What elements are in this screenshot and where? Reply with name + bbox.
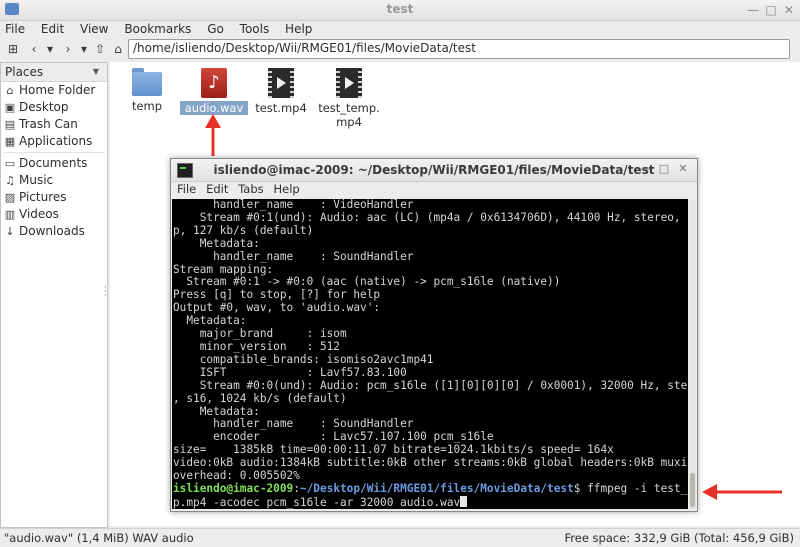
terminal-scrollbar[interactable] — [689, 199, 696, 509]
terminal-menu-edit[interactable]: Edit — [206, 181, 228, 198]
terminal-line: Stream #0:1(und): Audio: aac (LC) (mp4a … — [173, 210, 688, 224]
trash-icon: ▤ — [4, 118, 16, 131]
menubar: File Edit View Bookmarks Go Tools Help — [0, 20, 800, 38]
pictures-icon: ▨ — [4, 191, 16, 204]
terminal-line: handler_name : VideoHandler — [173, 199, 414, 211]
file-item-temp[interactable]: temp — [122, 68, 172, 113]
selection-info: "audio.wav" (1,4 MiB) WAV audio — [4, 531, 194, 545]
sidebar-resize-handle[interactable]: · · · — [104, 284, 107, 301]
terminal-line: handler_name : SoundHandler — [173, 249, 414, 263]
sidebar-item-home[interactable]: ⌂ Home Folder — [1, 82, 107, 99]
chevron-down-icon: ▼ — [92, 67, 99, 76]
terminal-menu-help[interactable]: Help — [273, 181, 299, 198]
terminal-window[interactable]: isliendo@imac-2009: ~/Desktop/Wii/RMGE01… — [170, 158, 698, 512]
prompt-separator: : — [293, 481, 300, 495]
terminal-line: Stream #0:0(und): Audio: pcm_s16le ([1][… — [173, 378, 688, 392]
sidebar-item-trash[interactable]: ▤ Trash Can — [1, 116, 107, 133]
folder-icon — [132, 68, 162, 96]
menu-go[interactable]: Go — [207, 20, 224, 38]
menu-view[interactable]: View — [80, 20, 108, 38]
audio-file-icon: ♪ — [201, 68, 227, 98]
terminal-line: ISFT : Lavf57.83.100 — [173, 365, 407, 379]
new-tab-icon[interactable]: ⊞ — [3, 40, 23, 58]
applications-icon: ▦ — [4, 135, 16, 148]
command-text: p.mp4 -acodec pcm_s16le -ar 32000 audio.… — [173, 495, 461, 509]
file-name: test.mp4 — [255, 101, 307, 115]
prompt-symbol: $ — [573, 481, 588, 495]
sidebar: Places ▼ ⌂ Home Folder ▣ Desktop ▤ Trash Ca… — [0, 62, 108, 528]
sidebar-item-applications[interactable]: ▦ Applications — [1, 133, 107, 150]
annotation-arrow-up — [205, 114, 221, 156]
window-title: test — [386, 2, 414, 16]
window-titlebar: test — □ ✕ — [0, 0, 800, 21]
prompt-path: ~/Desktop/Wii/RMGE01/files/MovieData/tes… — [299, 481, 574, 495]
menu-bookmarks[interactable]: Bookmarks — [124, 20, 191, 38]
terminal-line: , s16, 1024 kb/s (default) — [173, 391, 347, 405]
file-name: temp — [131, 99, 163, 113]
downloads-icon: ↓ — [5, 225, 15, 238]
terminal-menu-tabs[interactable]: Tabs — [238, 181, 263, 198]
terminal-close-button[interactable]: ✕ — [675, 161, 691, 177]
file-name: test_temp. mp4 — [318, 101, 380, 129]
annotation-arrow-left — [702, 484, 782, 500]
terminal-prompt-line: isliendo@imac-2009:~/Desktop/Wii/RMGE01/… — [172, 481, 688, 496]
terminal-line: p, 127 kb/s (default) — [173, 223, 314, 237]
terminal-title: isliendo@imac-2009: ~/Desktop/Wii/RMGE01… — [213, 163, 655, 177]
terminal-minimize-button[interactable]: — — [637, 161, 653, 177]
path-input[interactable] — [129, 40, 777, 56]
terminal-maximize-button[interactable]: □ — [656, 161, 672, 177]
sidebar-item-desktop[interactable]: ▣ Desktop — [1, 99, 107, 116]
terminal-line: Metadata: — [173, 236, 260, 250]
menu-tools[interactable]: Tools — [240, 20, 270, 38]
statusbar: "audio.wav" (1,4 MiB) WAV audio Free spa… — [0, 528, 800, 547]
videos-icon: ▥ — [4, 208, 16, 221]
sidebar-item-documents[interactable]: ▭ Documents — [1, 155, 107, 172]
terminal-cursor — [460, 495, 468, 507]
minimize-button[interactable]: — — [744, 1, 762, 19]
desktop-icon: ▣ — [4, 101, 16, 114]
terminal-line: Output #0, wav, to 'audio.wav': — [173, 301, 381, 315]
music-icon: ♫ — [5, 174, 15, 187]
home-icon[interactable]: ⌂ — [108, 40, 128, 58]
sidebar-item-downloads[interactable]: ↓ Downloads — [1, 223, 107, 240]
menu-help[interactable]: Help — [285, 20, 312, 38]
menu-file[interactable]: File — [5, 20, 25, 38]
terminal-titlebar: isliendo@imac-2009: ~/Desktop/Wii/RMGE01… — [171, 159, 697, 182]
prompt-user: isliendo@imac-2009 — [173, 481, 294, 495]
terminal-menubar: File Edit Tabs Help — [171, 181, 697, 198]
sidebar-item-music[interactable]: ♫ Music — [1, 172, 107, 189]
terminal-command-continuation: p.mp4 -acodec pcm_s16le -ar 32000 audio.… — [172, 495, 688, 509]
close-button[interactable]: ✕ — [780, 1, 798, 19]
up-icon[interactable]: ⇧ — [90, 40, 110, 58]
maximize-button[interactable]: □ — [762, 1, 780, 19]
video-file-icon — [268, 68, 294, 98]
path-bar[interactable] — [128, 39, 790, 59]
back-history-icon[interactable]: ▾ — [40, 40, 60, 58]
sidebar-divider — [3, 152, 105, 153]
terminal-line: minor_version : 512 — [173, 339, 340, 353]
toolbar: ⊞ ‹ ▾ › ▾ ⇧ ⌂ — [0, 38, 800, 60]
file-item-audio[interactable]: ♪ audio.wav — [180, 68, 248, 115]
menu-edit[interactable]: Edit — [41, 20, 64, 38]
places-selector[interactable]: Places ▼ — [1, 63, 107, 82]
file-item-test-mp4[interactable]: test.mp4 — [250, 68, 312, 115]
terminal-menu-file[interactable]: File — [177, 181, 196, 198]
sidebar-item-pictures[interactable]: ▨ Pictures — [1, 189, 107, 206]
video-file-icon — [336, 68, 362, 98]
file-item-test-temp-mp4[interactable]: test_temp. mp4 — [316, 68, 382, 129]
places-label: Places — [5, 65, 44, 79]
documents-icon: ▭ — [4, 157, 16, 170]
free-space-info: Free space: 332,9 GiB (Total: 456,9 GiB) — [564, 531, 795, 545]
sidebar-item-videos[interactable]: ▥ Videos — [1, 206, 107, 223]
command-text: ffmpeg -i test_tem — [587, 481, 688, 495]
terminal-scrollbar-thumb[interactable] — [690, 473, 695, 507]
terminal-line: compatible_brands: isomiso2avc1mp41 — [173, 352, 434, 366]
home-icon: ⌂ — [6, 84, 14, 97]
terminal-output[interactable]: handler_name : VideoHandler Stream #0:1(… — [172, 199, 688, 509]
